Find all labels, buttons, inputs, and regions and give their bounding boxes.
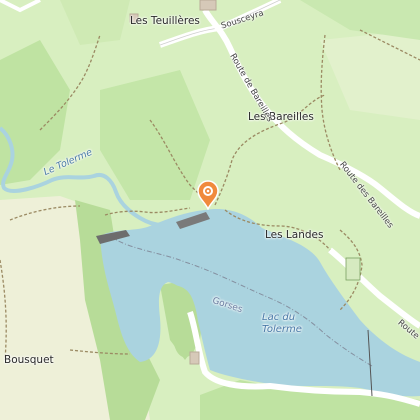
map-layer [0, 0, 420, 420]
place-label-les-bareilles: Les Bareilles [248, 111, 314, 123]
water-label-lac-du: Lac du [262, 312, 296, 323]
sports-field [345, 257, 361, 281]
map-canvas[interactable]: Les Teuillères Les Bareilles Les Landes … [0, 0, 420, 420]
location-pin-icon[interactable] [196, 180, 220, 210]
building [199, 0, 217, 11]
place-label-bousquet: Bousquet [4, 354, 54, 366]
place-label-les-landes: Les Landes [265, 229, 324, 241]
water-label-tolerme: Tolerme [262, 324, 302, 335]
place-label-les-teuilleres: Les Teuillères [130, 15, 200, 27]
building [189, 351, 200, 365]
